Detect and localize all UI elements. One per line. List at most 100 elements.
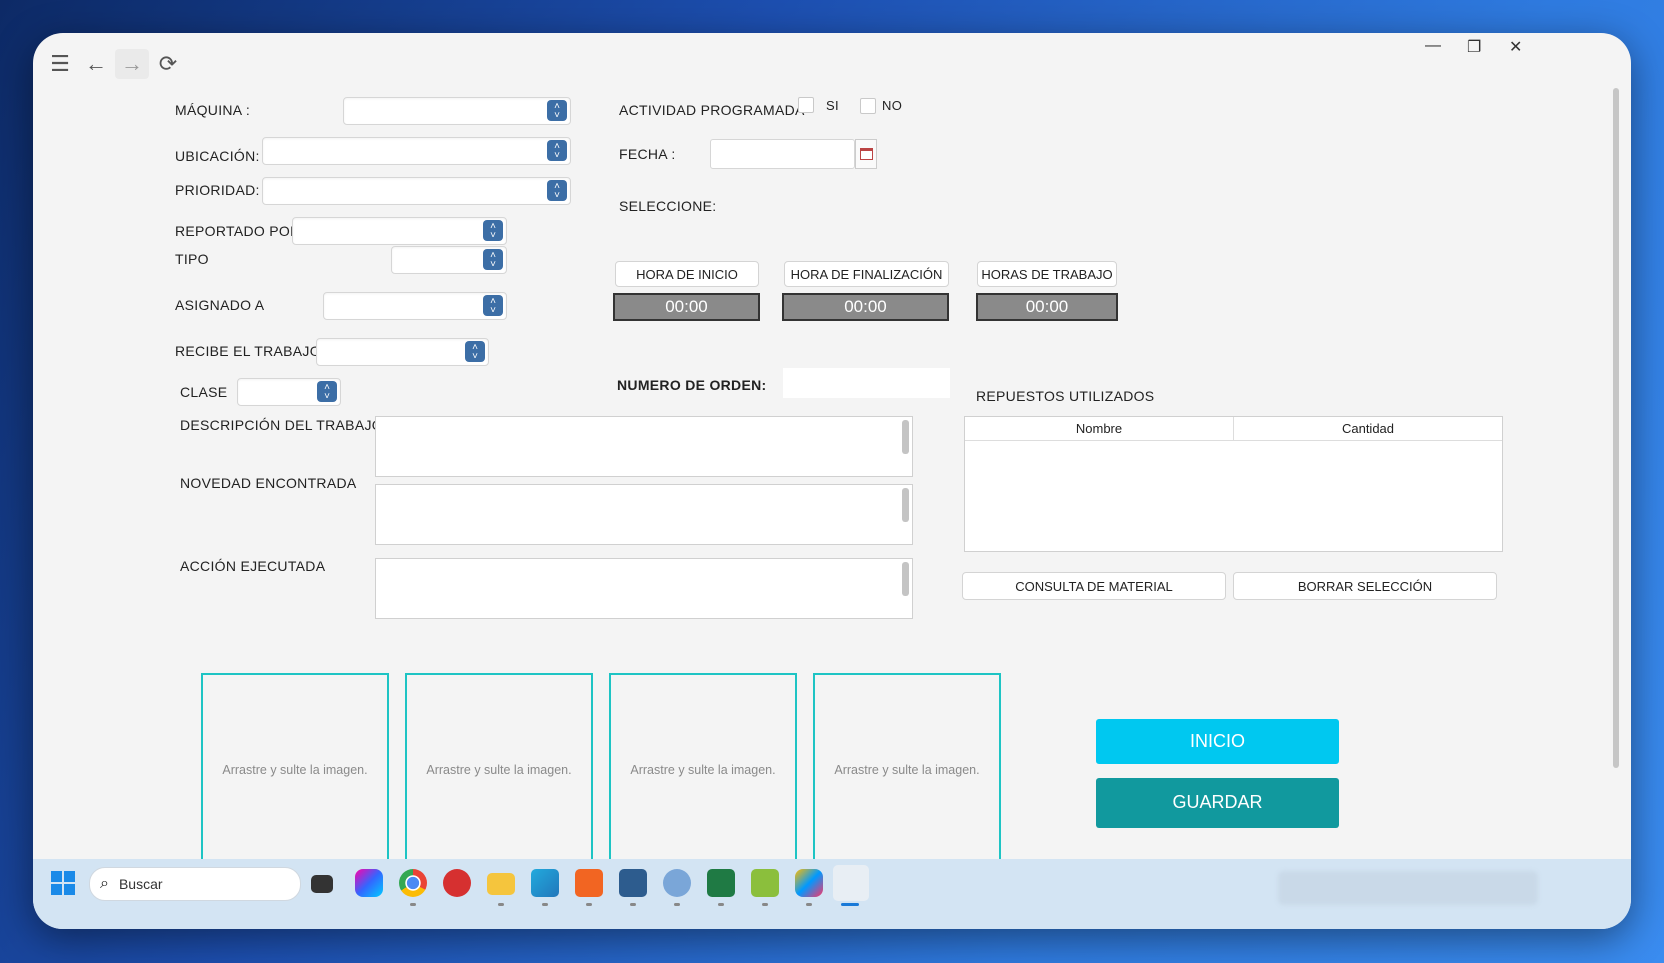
search-placeholder: Buscar [118,876,163,892]
restore-icon[interactable]: ❐ [1467,37,1481,57]
windows-start-icon[interactable] [49,869,77,897]
app-window: ☰ ← → ⟳ — ❐ ✕ MÁQUINA : ˄ ˅ UBICACIÓN: ˄ ˅… [33,33,1631,929]
menu-icon[interactable]: ☰ [43,49,77,79]
forward-arrow-icon[interactable]: → [115,49,149,79]
maquina-label: MÁQUINA : [175,102,251,118]
borrar-seleccion-button[interactable]: BORRAR SELECCIÓN [1233,572,1497,600]
app-icon-green[interactable] [751,869,779,897]
taskbar-indicator [410,903,416,906]
taskbar-indicator [806,903,812,906]
inicio-button[interactable]: INICIO [1096,719,1339,764]
search-icon: ⌕ [100,875,109,892]
ubicacion-label: UBICACIÓN: [175,148,260,164]
calendar-button[interactable] [855,139,877,169]
mysql-workbench-icon[interactable] [619,869,647,897]
hora-inicio-button[interactable]: HORA DE INICIO [615,261,759,287]
si-label: SI [826,98,839,113]
textarea-scrollbar[interactable] [902,562,909,596]
calendar-icon [859,148,873,160]
accion-textarea[interactable] [375,558,913,619]
back-arrow-icon[interactable]: ← [79,49,113,79]
guardar-button[interactable]: GUARDAR [1096,778,1339,828]
descripcion-textarea[interactable] [375,416,913,477]
taskbar-search[interactable]: ⌕ Buscar [89,867,301,901]
ubicacion-combo[interactable]: ˄ ˅ [262,137,571,165]
numero-orden-label: NUMERO DE ORDEN: [617,377,767,393]
app-icon-blue[interactable] [663,869,691,897]
app-icon-red[interactable] [443,869,471,897]
recibe-combo[interactable]: ˄ ˅ [316,338,489,366]
xampp-icon[interactable] [575,869,603,897]
column-header-nombre[interactable]: Nombre [965,417,1234,441]
minimize-icon[interactable]: — [1425,37,1441,55]
repuestos-table[interactable]: Nombre Cantidad [964,416,1503,552]
consulta-material-button[interactable]: CONSULTA DE MATERIAL [962,572,1226,600]
tipo-label: TIPO [175,251,209,267]
maquina-combo[interactable]: ˄ ˅ [343,97,571,125]
java-app-icon[interactable] [833,865,869,901]
reportado-combo[interactable]: ˄ ˅ [292,217,507,245]
system-tray [1278,871,1538,905]
hora-fin-button[interactable]: HORA DE FINALIZACIÓN [784,261,949,287]
browser-toolbar: ☰ ← → ⟳ — ❐ ✕ [33,33,1631,93]
taskbar-indicator [630,903,636,906]
taskbar-indicator-active [841,903,859,906]
taskbar-indicator [674,903,680,906]
asignado-label: ASIGNADO A [175,297,265,313]
app-icon-hexagon[interactable] [795,869,823,897]
numero-orden-field[interactable] [783,368,950,398]
clase-combo[interactable]: ˄ ˅ [237,378,341,406]
taskbar-indicator [586,903,592,906]
fecha-input[interactable] [710,139,855,169]
close-icon[interactable]: ✕ [1509,37,1522,57]
excel-icon[interactable] [707,869,735,897]
no-label: NO [882,98,903,113]
image-drop-zone-4[interactable]: Arrastre y sulte la imagen. [813,673,1001,865]
refresh-icon[interactable]: ⟳ [151,49,185,79]
descripcion-label: DESCRIPCIÓN DEL TRABAJO [180,417,383,433]
image-drop-zone-1[interactable]: Arrastre y sulte la imagen. [201,673,389,865]
no-checkbox[interactable] [860,98,876,114]
actividad-label: ACTIVIDAD PROGRAMADA [619,102,805,118]
reportado-label: REPORTADO POR [175,223,301,239]
chevron-updown-icon: ˄ ˅ [547,100,567,121]
chevron-updown-icon: ˄ ˅ [483,249,503,270]
chevron-updown-icon: ˄ ˅ [317,381,337,402]
file-explorer-icon[interactable] [487,873,515,895]
taskbar: ⌕ Buscar [33,859,1631,929]
taskbar-indicator [498,903,504,906]
recibe-label: RECIBE EL TRABAJO [175,343,321,359]
image-drop-zone-2[interactable]: Arrastre y sulte la imagen. [405,673,593,865]
image-drop-zone-3[interactable]: Arrastre y sulte la imagen. [609,673,797,865]
novedad-label: NOVEDAD ENCONTRADA [180,475,357,491]
task-view-icon[interactable] [311,875,333,893]
repuestos-title: REPUESTOS UTILIZADOS [976,388,1155,404]
hora-inicio-display: 00:00 [613,293,760,321]
chrome-icon[interactable] [399,869,427,897]
novedad-textarea[interactable] [375,484,913,545]
seleccione-label: SELECCIONE: [619,198,717,214]
si-checkbox[interactable] [798,97,814,113]
edge-icon[interactable] [531,869,559,897]
prioridad-combo[interactable]: ˄ ˅ [262,177,571,205]
horas-trabajo-display: 00:00 [976,293,1118,321]
textarea-scrollbar[interactable] [902,488,909,522]
fecha-label: FECHA : [619,146,676,162]
accion-label: ACCIÓN EJECUTADA [180,558,326,574]
clase-label: CLASE [180,384,228,400]
textarea-scrollbar[interactable] [902,420,909,454]
prioridad-label: PRIORIDAD: [175,182,260,198]
copilot-icon[interactable] [355,869,383,897]
tipo-combo[interactable]: ˄ ˅ [391,246,507,274]
taskbar-indicator [762,903,768,906]
asignado-combo[interactable]: ˄ ˅ [323,292,507,320]
horas-trabajo-button[interactable]: HORAS DE TRABAJO [977,261,1117,287]
chevron-updown-icon: ˄ ˅ [547,140,567,161]
taskbar-indicator [718,903,724,906]
column-header-cantidad[interactable]: Cantidad [1234,417,1502,441]
hora-fin-display: 00:00 [782,293,949,321]
chevron-updown-icon: ˄ ˅ [483,295,503,316]
chevron-updown-icon: ˄ ˅ [547,180,567,201]
vertical-scrollbar[interactable] [1613,88,1619,768]
chevron-updown-icon: ˄ ˅ [465,341,485,362]
